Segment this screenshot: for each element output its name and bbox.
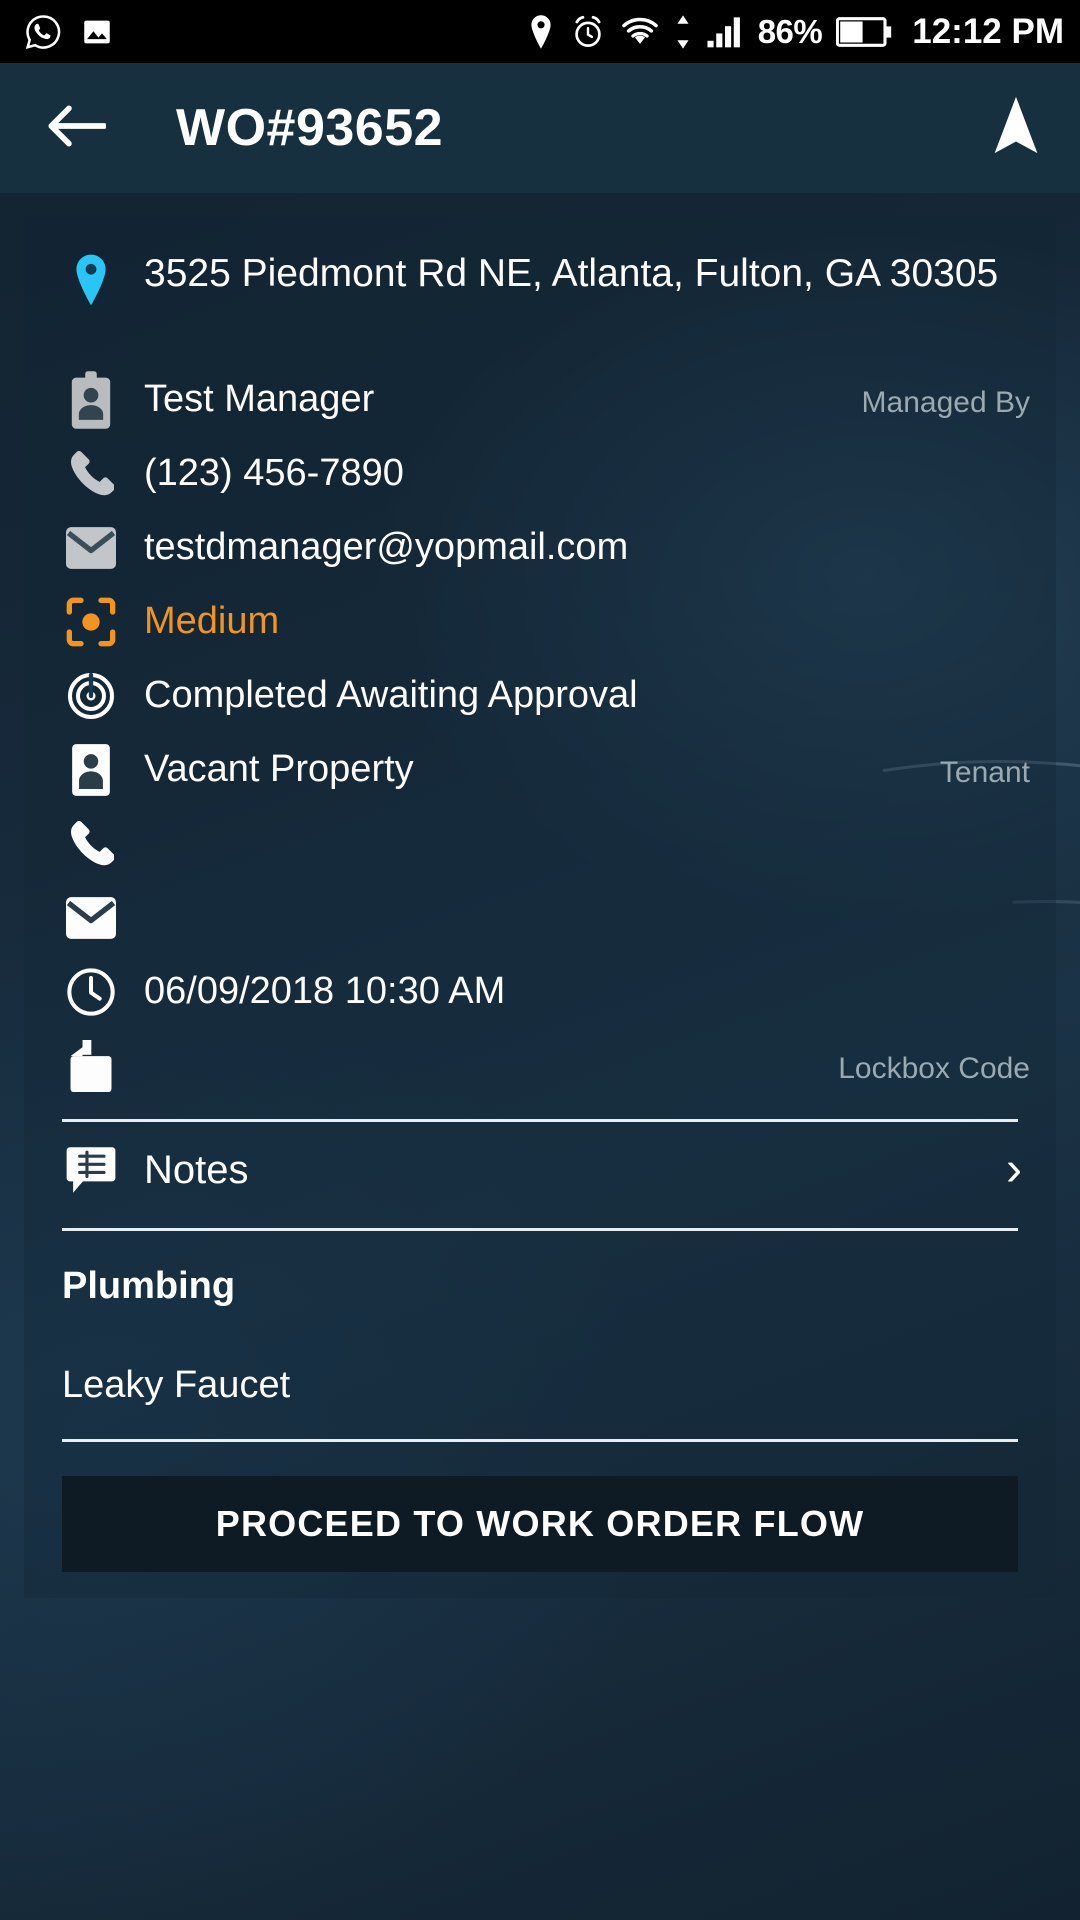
manager-email-value: testdmanager@yopmail.com [144,526,629,568]
tenant-email-value [144,887,1030,892]
tenant-phone-row[interactable] [24,813,1056,887]
signal-icon [706,15,744,49]
lockbox-value [144,1035,822,1040]
clock-icon [60,961,122,1023]
status-value: Completed Awaiting Approval [144,674,638,716]
address-value: 3525 Piedmont Rd NE, Atlanta, Fulton, GA… [144,252,999,295]
tenant-name-value: Vacant Property [144,748,414,790]
priority-row[interactable]: Medium [24,591,1056,665]
manager-email-row[interactable]: testdmanager@yopmail.com [24,517,1056,591]
schedule-row[interactable]: 06/09/2018 10:30 AM [24,961,1056,1035]
tenant-email-row[interactable] [24,887,1056,961]
priority-value: Medium [144,600,280,642]
alarm-icon [570,14,606,50]
manager-phone-row[interactable]: (123) 456-7890 [24,443,1056,517]
navigation-arrow-icon[interactable] [988,93,1044,164]
chevron-right-icon[interactable]: › [1006,1146,1030,1194]
tenant-row[interactable]: Vacant Property Tenant [24,739,1056,813]
manager-role-label: Managed By [861,386,1030,419]
app-bar: WO#93652 [0,63,1080,193]
proceed-to-work-order-flow-button[interactable]: PROCEED TO WORK ORDER FLOW [62,1476,1018,1572]
battery-percent-label: 86% [757,12,823,50]
status-bar: 86% 12:12 PM [0,0,1080,63]
status-row[interactable]: Completed Awaiting Approval [24,665,1056,739]
envelope-icon [60,517,122,579]
work-description-value: Leaky Faucet [62,1364,291,1406]
id-badge-icon [60,369,122,431]
location-icon [526,14,556,50]
status-bar-right: 86% 12:12 PM [526,12,1064,52]
lockbox-icon [60,1035,122,1097]
proceed-button-label: PROCEED TO WORK ORDER FLOW [215,1503,865,1544]
phone-icon [60,443,122,505]
notes-row[interactable]: Notes › [24,1122,1056,1218]
manager-row[interactable]: Test Manager Managed By [24,369,1056,443]
notes-icon [60,1139,122,1201]
schedule-value: 06/09/2018 10:30 AM [144,970,506,1012]
work-order-detail-card: 3525 Piedmont Rd NE, Atlanta, Fulton, GA… [24,215,1056,1598]
envelope-icon [60,887,122,949]
back-arrow-icon[interactable] [46,102,108,155]
wifi-icon [620,15,660,49]
work-description-underline [62,1439,1018,1442]
data-transfer-icon [674,14,692,50]
status-spiral-icon [60,665,122,727]
clock-time-label: 12:12 PM [912,11,1064,51]
status-bar-left [24,13,114,51]
tenant-phone-value [144,813,1030,818]
lockbox-code-label: Lockbox Code [838,1052,1030,1085]
manager-name-value: Test Manager [144,378,375,420]
phone-screen: 86% 12:12 PM WO#93652 3525 Piedmont Rd N… [0,0,1080,1920]
whatsapp-icon [24,13,62,51]
page-title: WO#93652 [176,99,444,157]
person-card-icon [60,739,122,801]
priority-target-icon [60,591,122,653]
location-pin-icon [60,249,122,311]
address-row[interactable]: 3525 Piedmont Rd NE, Atlanta, Fulton, GA… [24,243,1056,363]
manager-phone-value: (123) 456-7890 [144,452,404,494]
battery-icon [836,16,892,48]
lockbox-row[interactable]: Lockbox Code [24,1035,1056,1109]
image-icon [80,15,114,49]
work-category-label: Plumbing [62,1265,236,1307]
notes-label: Notes [144,1148,249,1192]
tenant-role-label: Tenant [939,756,1030,789]
phone-icon [60,813,122,875]
